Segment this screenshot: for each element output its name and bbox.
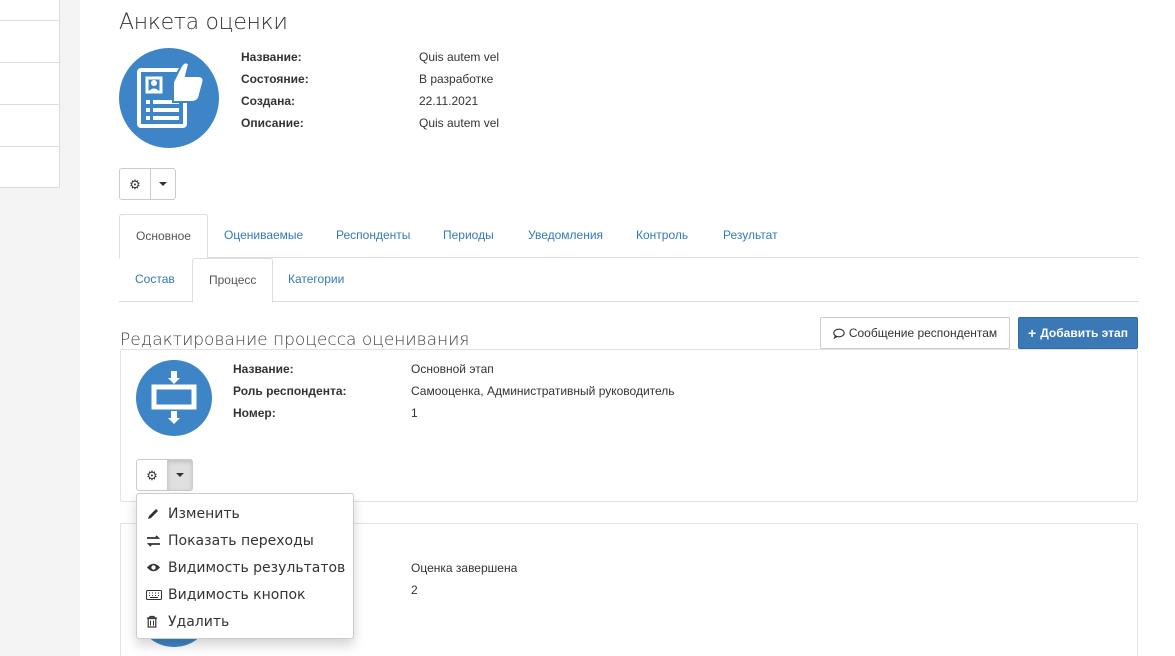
sidebar-item[interactable] (0, 21, 59, 63)
stage-actions-menu: Изменить Показать переходы Видимость рез… (136, 493, 354, 639)
page-title: Анкета оценки (119, 10, 288, 35)
message-respondents-label: Сообщение респондентам (848, 326, 998, 340)
sidebar-item[interactable] (0, 0, 59, 21)
stage-value-number: 1 (411, 406, 418, 420)
add-stage-button[interactable]: + Добавить этап (1018, 317, 1138, 349)
survey-info: Название: Quis autem vel Состояние: В ра… (241, 46, 641, 136)
tab-result[interactable]: Результат (707, 214, 794, 258)
field-label-name: Название: (241, 50, 302, 64)
sidebar-item[interactable] (0, 105, 59, 147)
stage-label-name: Название: (233, 362, 294, 376)
tab-notifications[interactable]: Уведомления (512, 214, 619, 258)
caret-down-icon (159, 182, 167, 186)
stage-actions-button-group: ⚙ (136, 459, 193, 491)
main-tabs: Основное Оцениваемые Респонденты Периоды… (119, 214, 1139, 259)
tab-composition[interactable]: Состав (119, 258, 191, 302)
sidebar-list (0, 0, 60, 188)
field-value-created: 22.11.2021 (419, 94, 479, 108)
plus-icon: + (1028, 325, 1037, 341)
menu-item-label: Видимость кнопок (168, 586, 306, 603)
stage-label-number: Номер: (233, 406, 276, 420)
survey-icon (119, 48, 219, 148)
menu-item-show-transitions[interactable]: Показать переходы (137, 527, 353, 554)
tab-control[interactable]: Контроль (620, 214, 704, 258)
stage-settings-button[interactable]: ⚙ (137, 460, 167, 490)
exchange-icon (146, 534, 168, 547)
actions-dropdown-toggle[interactable] (150, 169, 175, 199)
menu-item-buttons-visibility[interactable]: Видимость кнопок (137, 581, 353, 608)
pencil-icon (146, 507, 168, 521)
menu-item-results-visibility[interactable]: Видимость результатов (137, 554, 353, 581)
left-sidebar (0, 0, 80, 656)
stage2-value-name: Оценка завершена (411, 561, 518, 575)
tab-process[interactable]: Процесс (192, 258, 274, 303)
tab-evaluated[interactable]: Оцениваемые (208, 214, 319, 258)
keyboard-icon (146, 589, 168, 600)
stage-value-role: Самооценка, Административный руководител… (411, 384, 675, 398)
stage-info: Название: Основной этап Роль респондента… (233, 358, 833, 424)
tab-main[interactable]: Основное (119, 214, 208, 259)
field-value-name: Quis autem vel (419, 50, 500, 64)
stage2-value-number: 2 (411, 583, 418, 597)
comment-icon (833, 328, 845, 339)
gear-icon: ⚙ (129, 176, 141, 192)
field-value-state: В разработке (419, 72, 494, 86)
eye-icon (146, 562, 168, 573)
field-label-state: Состояние: (241, 72, 309, 86)
trash-icon (146, 615, 168, 628)
stage-icon (136, 360, 212, 436)
message-respondents-button[interactable]: Сообщение респондентам (820, 317, 1010, 349)
stage-label-role: Роль респондента: (233, 384, 347, 398)
menu-item-label: Изменить (168, 505, 240, 522)
field-label-created: Создана: (241, 94, 296, 108)
menu-item-delete[interactable]: Удалить (137, 608, 353, 635)
tab-periods[interactable]: Периоды (427, 214, 510, 258)
menu-item-label: Удалить (168, 613, 230, 630)
add-stage-label: Добавить этап (1040, 326, 1128, 340)
menu-item-edit[interactable]: Изменить (137, 500, 353, 527)
stage-dropdown-toggle[interactable] (167, 460, 192, 490)
field-label-description: Описание: (241, 116, 304, 130)
caret-down-icon (176, 473, 184, 477)
menu-item-label: Показать переходы (168, 532, 314, 549)
sidebar-item[interactable] (0, 63, 59, 105)
settings-button[interactable]: ⚙ (120, 169, 150, 199)
process-section-title: Редактирование процесса оценивания (120, 330, 470, 350)
tab-respondents[interactable]: Респонденты (320, 214, 426, 258)
menu-item-label: Видимость результатов (168, 559, 346, 576)
stage-value-name: Основной этап (411, 362, 494, 376)
sub-tabs: Состав Процесс Категории (119, 258, 1139, 303)
field-value-description: Quis autem vel (419, 116, 500, 130)
survey-actions-button-group: ⚙ (119, 168, 176, 200)
tab-categories[interactable]: Категории (272, 258, 360, 302)
gear-icon: ⚙ (146, 467, 158, 483)
